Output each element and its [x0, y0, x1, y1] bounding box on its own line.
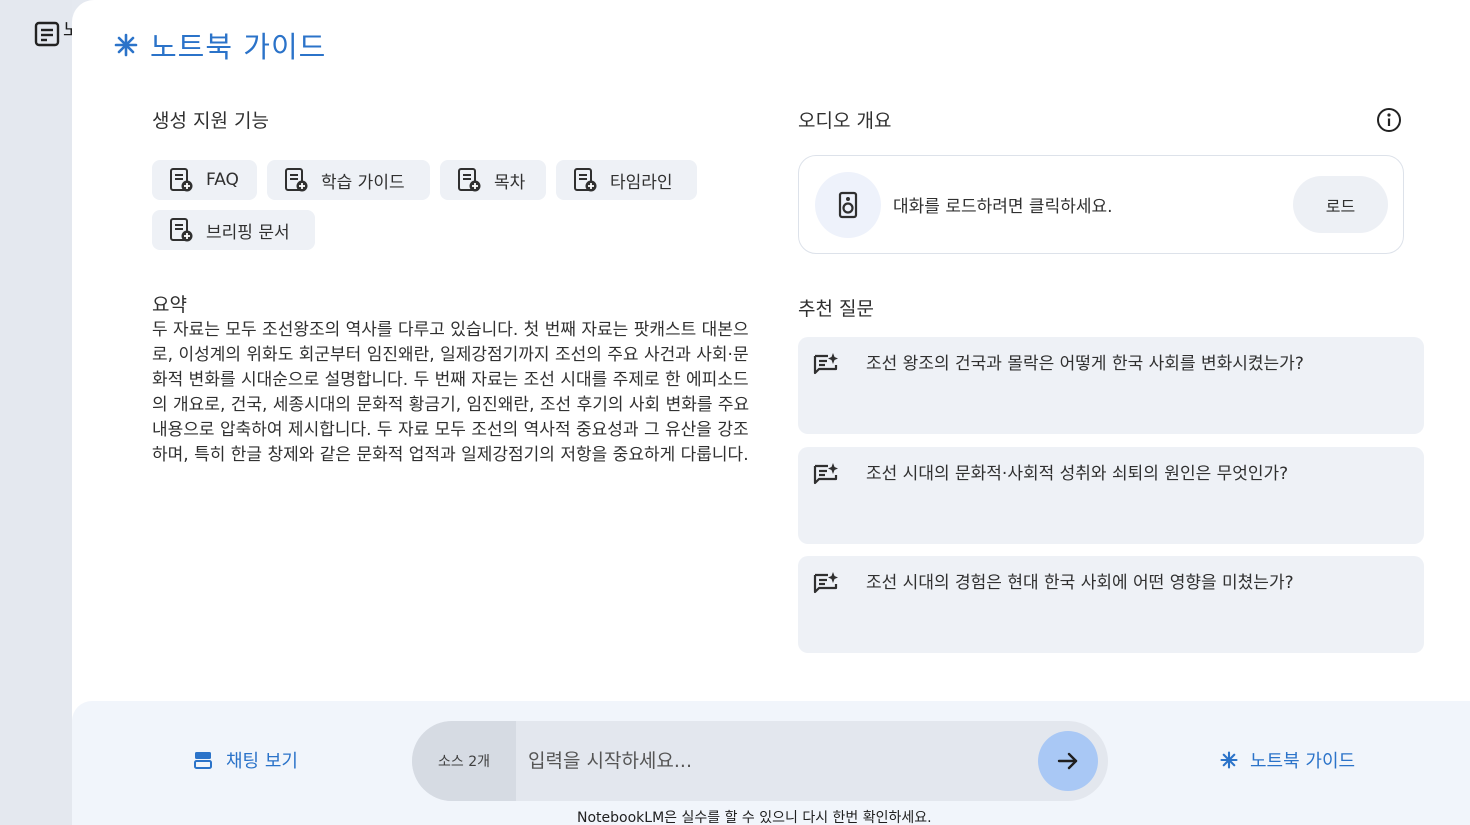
chip-study-guide[interactable]: 학습 가이드	[267, 160, 430, 200]
chat-bar: 채팅 보기 소스 2개 노트북 가이드	[72, 701, 1470, 825]
summary-text: 두 자료는 모두 조선왕조의 역사를 다루고 있습니다. 첫 번째 자료는 팟캐…	[152, 320, 750, 465]
chip-label: 학습 가이드	[321, 172, 405, 193]
doc-add-icon	[574, 168, 597, 192]
audio-avatar	[815, 172, 881, 238]
speaker-icon	[838, 191, 858, 219]
chat-icon	[194, 752, 212, 769]
send-button[interactable]	[1038, 731, 1098, 791]
suggested-question[interactable]: 조선 시대의 경험은 현대 한국 사회에 어떤 영향을 미쳤는가?	[798, 556, 1424, 653]
chip-timeline[interactable]: 타임라인	[556, 160, 697, 200]
load-button[interactable]: 로드	[1293, 176, 1388, 233]
notebook-guide-panel: 노트북 가이드 생성 지원 기능 FAQ 학습 가이드 목차 타임라인 브리핑 …	[72, 0, 1470, 825]
doc-add-icon	[285, 168, 308, 192]
doc-add-icon	[170, 218, 193, 242]
question-text: 조선 시대의 문화적·사회적 성취와 쇠퇴의 원인은 무엇인가?	[866, 464, 1289, 484]
panel-header: 노트북 가이드	[114, 24, 326, 66]
audio-title: 오디오 개요	[798, 110, 892, 132]
source-count[interactable]: 소스 2개	[412, 721, 516, 801]
disclaimer-text: NotebookLM은 실수를 할 수 있으니 다시 한번 확인하세요.	[577, 810, 932, 825]
suggested-title: 추천 질문	[798, 298, 874, 320]
question-text: 조선 시대의 경험은 현대 한국 사회에 어떤 영향을 미쳤는가?	[866, 573, 1294, 593]
chip-briefing-doc[interactable]: 브리핑 문서	[152, 210, 315, 250]
note-sparkle-icon	[813, 463, 838, 485]
sparkle-icon	[114, 33, 138, 57]
page-title: 노트북 가이드	[150, 30, 327, 64]
audio-overview-card: 대화를 로드하려면 클릭하세요. 로드	[798, 155, 1404, 254]
audio-prompt: 대화를 로드하려면 클릭하세요.	[893, 197, 1113, 217]
summary-section: 요약 두 자료는 모두 조선왕조의 역사를 다루고 있습니다. 첫 번째 자료는…	[152, 292, 762, 468]
chip-table-of-contents[interactable]: 목차	[440, 160, 546, 200]
rail-label: 노	[63, 21, 72, 41]
info-icon[interactable]	[1376, 107, 1402, 133]
note-sparkle-icon	[813, 572, 838, 594]
notes-icon[interactable]	[34, 21, 60, 47]
features-title: 생성 지원 기능	[152, 110, 269, 132]
chip-label: 타임라인	[610, 172, 673, 193]
notebook-guide-label: 노트북 가이드	[1250, 751, 1356, 772]
chip-label: FAQ	[206, 170, 239, 190]
chip-label: 브리핑 문서	[206, 222, 290, 243]
chat-input-box: 소스 2개	[412, 721, 1108, 801]
chat-input[interactable]	[516, 721, 1030, 801]
sparkle-icon	[1220, 751, 1238, 769]
notebook-guide-button[interactable]: 노트북 가이드	[1220, 747, 1355, 773]
doc-add-icon	[458, 168, 481, 192]
note-sparkle-icon	[813, 353, 838, 375]
suggested-question[interactable]: 조선 왕조의 건국과 몰락은 어떻게 한국 사회를 변화시켰는가?	[798, 337, 1424, 434]
summary-title: 요약	[152, 294, 187, 316]
chat-view-label: 채팅 보기	[226, 751, 298, 772]
doc-add-icon	[170, 168, 193, 192]
suggested-question[interactable]: 조선 시대의 문화적·사회적 성취와 쇠퇴의 원인은 무엇인가?	[798, 447, 1424, 544]
question-text: 조선 왕조의 건국과 몰락은 어떻게 한국 사회를 변화시켰는가?	[866, 354, 1304, 374]
left-rail: 노	[0, 0, 72, 825]
chat-view-button[interactable]: 채팅 보기	[194, 747, 298, 773]
chip-label: 목차	[494, 172, 526, 193]
arrow-right-icon	[1057, 752, 1078, 770]
chip-faq[interactable]: FAQ	[152, 160, 257, 200]
